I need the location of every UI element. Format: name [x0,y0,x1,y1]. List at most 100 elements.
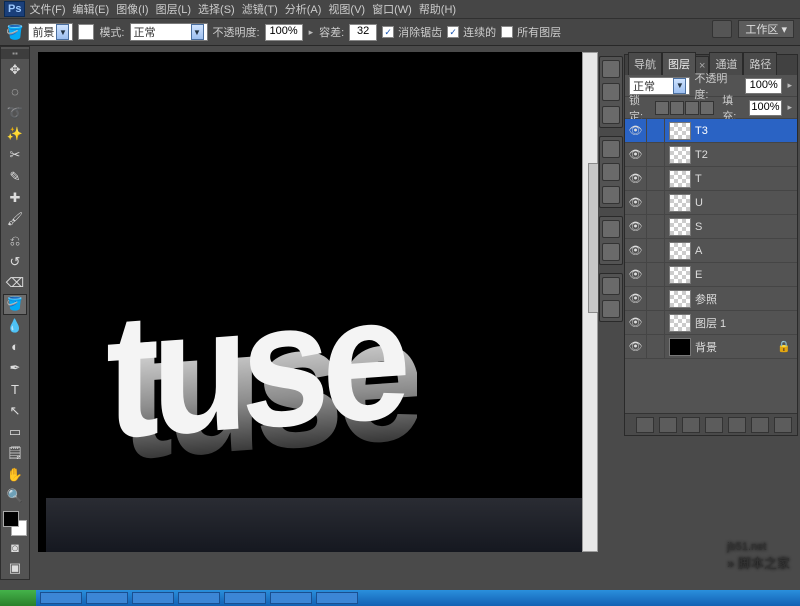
eraser-tool[interactable]: ⌫ [3,272,27,293]
layer-row[interactable]: 👁E [625,263,797,287]
tolerance-input[interactable]: 32 [349,24,377,41]
tab-layers[interactable]: 图层 [662,52,696,75]
layer-thumbnail[interactable] [669,146,691,164]
layer-fill-input[interactable]: 100% [749,100,783,116]
lock-position-icon[interactable] [685,101,699,115]
type-tool[interactable]: T [3,379,27,400]
visibility-eye-icon[interactable]: 👁 [625,335,647,358]
dock-layercomps-icon[interactable] [602,277,620,295]
visibility-eye-icon[interactable]: 👁 [625,143,647,166]
eyedropper-tool[interactable]: ✎ [3,166,27,187]
taskbar-item[interactable] [132,592,174,604]
visibility-eye-icon[interactable]: 👁 [625,263,647,286]
new-layer-icon[interactable] [751,417,769,433]
layer-mask-icon[interactable] [682,417,700,433]
antialias-checkbox[interactable]: ✓消除锯齿 [382,24,442,40]
visibility-eye-icon[interactable]: 👁 [625,215,647,238]
blend-mode-dropdown[interactable]: 正常 ▼ [130,23,208,41]
lasso-tool[interactable]: ➰ [3,102,27,123]
brush-tool[interactable]: 🖌 [3,209,27,230]
history-brush-tool[interactable]: ↺ [3,251,27,272]
link-layers-icon[interactable] [636,417,654,433]
screenmode-toggle[interactable]: ▣ [3,558,27,579]
layer-thumbnail[interactable] [669,194,691,212]
bridge-icon[interactable] [712,20,732,38]
wand-tool[interactable]: ✨ [3,123,27,144]
layer-row[interactable]: 👁图层 1 [625,311,797,335]
visibility-eye-icon[interactable]: 👁 [625,311,647,334]
layer-row[interactable]: 👁参照 [625,287,797,311]
fill-flyout-icon[interactable]: ▸ [786,102,793,113]
menu-help[interactable]: 帮助(H) [416,0,459,19]
visibility-eye-icon[interactable]: 👁 [625,239,647,262]
stamp-tool[interactable]: ⎌ [3,230,27,251]
layer-row[interactable]: 👁T3 [625,119,797,143]
layer-link-cell[interactable] [647,311,665,334]
dock-actions-icon[interactable] [602,300,620,318]
dock-histogram-icon[interactable] [602,83,620,101]
layer-link-cell[interactable] [647,191,665,214]
menu-edit[interactable]: 编辑(E) [70,0,113,19]
foreground-color[interactable] [3,511,19,527]
notes-tool[interactable]: 🗒 [3,443,27,464]
layer-thumbnail[interactable] [669,290,691,308]
vertical-scrollbar[interactable] [582,52,598,552]
menu-view[interactable]: 视图(V) [325,0,368,19]
menu-select[interactable]: 选择(S) [195,0,238,19]
layer-link-cell[interactable] [647,287,665,310]
taskbar-item[interactable] [178,592,220,604]
healing-tool[interactable]: ✚ [3,187,27,208]
layer-row[interactable]: 👁S [625,215,797,239]
layer-row[interactable]: 👁T [625,167,797,191]
lock-pixels-icon[interactable] [670,101,684,115]
opacity-flyout-icon[interactable]: ▸ [786,80,793,91]
layer-link-cell[interactable] [647,335,665,358]
layer-link-cell[interactable] [647,239,665,262]
tab-paths[interactable]: 路径 [743,52,777,75]
taskbar-item[interactable] [40,592,82,604]
layer-thumbnail[interactable] [669,242,691,260]
dock-navigator-icon[interactable] [602,60,620,78]
layer-row[interactable]: 👁背景🔒 [625,335,797,359]
adjustment-layer-icon[interactable] [705,417,723,433]
menu-filter[interactable]: 滤镜(T) [239,0,281,19]
layer-link-cell[interactable] [647,263,665,286]
crop-tool[interactable]: ✂ [3,145,27,166]
dock-color-icon[interactable] [602,140,620,158]
menu-layer[interactable]: 图层(L) [153,0,194,19]
visibility-eye-icon[interactable]: 👁 [625,119,647,142]
layer-thumbnail[interactable] [669,170,691,188]
workspace-switcher[interactable]: 工作区 ▾ [738,20,794,38]
layer-link-cell[interactable] [647,119,665,142]
scrollbar-thumb[interactable] [588,163,598,313]
layer-link-cell[interactable] [647,167,665,190]
layer-row[interactable]: 👁T2 [625,143,797,167]
layer-thumbnail[interactable] [669,338,691,356]
taskbar[interactable] [0,590,800,606]
lock-all-icon[interactable] [700,101,714,115]
visibility-eye-icon[interactable]: 👁 [625,167,647,190]
lock-transparency-icon[interactable] [655,101,669,115]
layer-opacity-input[interactable]: 100% [745,78,783,94]
contiguous-checkbox[interactable]: ✓连续的 [447,24,496,40]
all-layers-checkbox[interactable]: 所有图层 [501,24,561,40]
pen-tool[interactable]: ✒ [3,358,27,379]
layer-thumbnail[interactable] [669,314,691,332]
document-canvas[interactable]: tuse [38,52,582,552]
dock-character-icon[interactable] [602,220,620,238]
dock-info-icon[interactable] [602,106,620,124]
color-swatches[interactable] [2,510,28,537]
taskbar-item[interactable] [224,592,266,604]
visibility-eye-icon[interactable]: 👁 [625,191,647,214]
menu-image[interactable]: 图像(I) [113,0,151,19]
layer-row[interactable]: 👁A [625,239,797,263]
toolbox-grip[interactable]: ▪▪ [1,49,29,59]
menu-file[interactable]: 文件(F) [26,0,68,19]
quickmask-toggle[interactable]: ◙ [3,537,27,558]
move-tool[interactable]: ✥ [3,60,27,81]
dock-swatches-icon[interactable] [602,163,620,181]
taskbar-item[interactable] [86,592,128,604]
layer-group-icon[interactable] [728,417,746,433]
tab-navigator[interactable]: 导航 [628,52,662,75]
shape-tool[interactable]: ▭ [3,421,27,442]
